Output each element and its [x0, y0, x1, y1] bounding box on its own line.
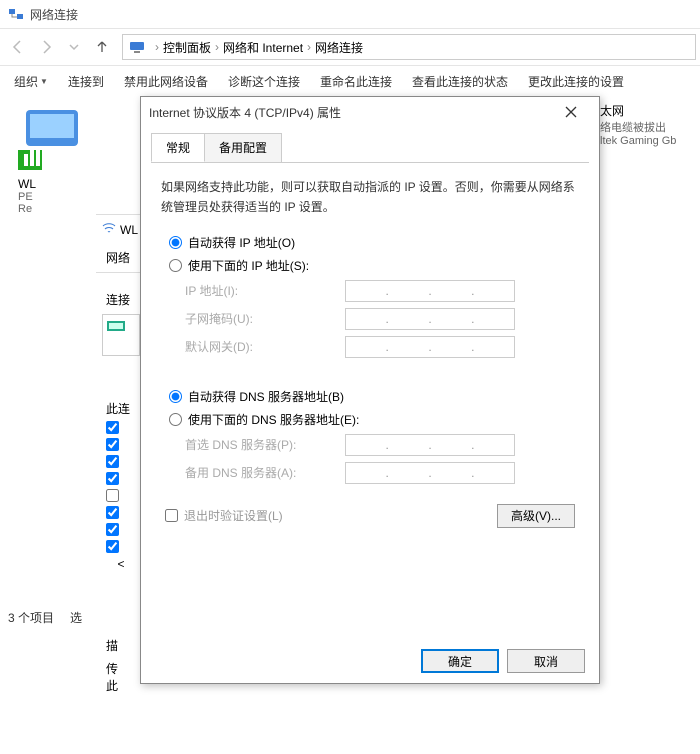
radio-ip-auto-label: 自动获得 IP 地址(O) [188, 234, 295, 251]
rename-button[interactable]: 重命名此连接 [312, 69, 400, 94]
component-checkbox[interactable] [106, 438, 119, 451]
subnet-mask-label: 子网掩码(U): [185, 310, 345, 327]
window-title: 网络连接 [30, 6, 78, 23]
network-icon [8, 6, 24, 22]
view-status-button[interactable]: 查看此连接的状态 [404, 69, 516, 94]
radio-dns-auto-label: 自动获得 DNS 服务器地址(B) [188, 388, 344, 405]
subnet-mask-input: ... [345, 308, 515, 330]
ok-button[interactable]: 确定 [421, 649, 499, 673]
component-checkbox[interactable] [106, 540, 119, 553]
gateway-input: ... [345, 336, 515, 358]
close-button[interactable] [551, 98, 591, 126]
tab-network[interactable]: 网络 [96, 243, 146, 273]
breadcrumb-item[interactable]: 控制面板 [163, 39, 211, 56]
connect-to-button[interactable]: 连接到 [60, 69, 112, 94]
tab-general[interactable]: 常规 [151, 133, 205, 162]
item-count: 3 个项目 [8, 609, 54, 626]
breadcrumb-item[interactable]: 网络和 Internet [223, 39, 303, 56]
advanced-button[interactable]: 高级(V)... [497, 504, 575, 528]
computer-icon [129, 39, 145, 55]
component-checkbox[interactable] [106, 506, 119, 519]
alternate-dns-label: 备用 DNS 服务器(A): [185, 464, 345, 481]
change-settings-button[interactable]: 更改此连接的设置 [520, 69, 632, 94]
radio-dns-manual-label: 使用下面的 DNS 服务器地址(E): [188, 411, 359, 428]
up-button[interactable] [88, 33, 116, 61]
window-titlebar: 网络连接 [0, 0, 700, 28]
address-bar: › 控制面板 › 网络和 Internet › 网络连接 [0, 28, 700, 66]
adapter-item-wlan[interactable]: WL PE Re [18, 102, 106, 215]
wifi-icon [102, 221, 116, 238]
adapter-properties-window: WL 网络 连接 此连 < 描 传 此 [96, 214, 146, 754]
component-checkbox[interactable] [106, 421, 119, 434]
radio-ip-manual-label: 使用下面的 IP 地址(S): [188, 257, 309, 274]
component-checkbox[interactable] [106, 472, 119, 485]
ip-address-label: IP 地址(I): [185, 282, 345, 299]
dialog-description: 如果网络支持此功能，则可以获取自动指派的 IP 设置。否则，你需要从网络系统管理… [161, 177, 579, 218]
tab-alternate[interactable]: 备用配置 [204, 133, 282, 162]
radio-ip-manual[interactable] [169, 259, 182, 272]
forward-button[interactable] [32, 33, 60, 61]
component-checkbox[interactable] [106, 523, 119, 536]
adapter-select[interactable] [102, 314, 140, 356]
validate-on-exit-checkbox[interactable]: 退出时验证设置(L) [165, 507, 283, 524]
breadcrumb[interactable]: › 控制面板 › 网络和 Internet › 网络连接 [122, 34, 696, 60]
dialog-titlebar[interactable]: Internet 协议版本 4 (TCP/IPv4) 属性 [141, 97, 599, 127]
adapter-name: WL [18, 177, 106, 191]
cancel-button[interactable]: 取消 [507, 649, 585, 673]
ip-address-input: ... [345, 280, 515, 302]
breadcrumb-item[interactable]: 网络连接 [315, 39, 363, 56]
adapter-name: 太网 [600, 102, 688, 119]
history-dropdown[interactable] [60, 33, 88, 61]
preferred-dns-label: 首选 DNS 服务器(P): [185, 436, 345, 453]
adapter-item-ethernet[interactable]: 太网 络电缆被拔出 ltek Gaming Gb [600, 102, 688, 147]
breadcrumb-sep: › [155, 40, 159, 54]
wifi-adapter-icon [18, 163, 106, 177]
chevron-down-icon: ▼ [40, 77, 48, 86]
component-checkbox[interactable] [106, 455, 119, 468]
nic-icon [107, 319, 125, 336]
gateway-label: 默认网关(D): [185, 338, 345, 355]
dialog-title: Internet 协议版本 4 (TCP/IPv4) 属性 [149, 104, 551, 121]
radio-ip-auto[interactable] [169, 236, 182, 249]
preferred-dns-input: ... [345, 434, 515, 456]
back-button[interactable] [4, 33, 32, 61]
ipv4-properties-dialog: Internet 协议版本 4 (TCP/IPv4) 属性 常规 备用配置 如果… [140, 96, 600, 684]
alternate-dns-input: ... [345, 462, 515, 484]
component-checkbox[interactable] [106, 489, 119, 502]
diagnose-button[interactable]: 诊断这个连接 [220, 69, 308, 94]
toolbar: 组织▼ 连接到 禁用此网络设备 诊断这个连接 重命名此连接 查看此连接的状态 更… [0, 66, 700, 96]
status-bar: 3 个项目 选 [8, 609, 82, 626]
disable-device-button[interactable]: 禁用此网络设备 [116, 69, 216, 94]
radio-dns-manual[interactable] [169, 413, 182, 426]
organize-button[interactable]: 组织▼ [6, 69, 56, 94]
radio-dns-auto[interactable] [169, 390, 182, 403]
